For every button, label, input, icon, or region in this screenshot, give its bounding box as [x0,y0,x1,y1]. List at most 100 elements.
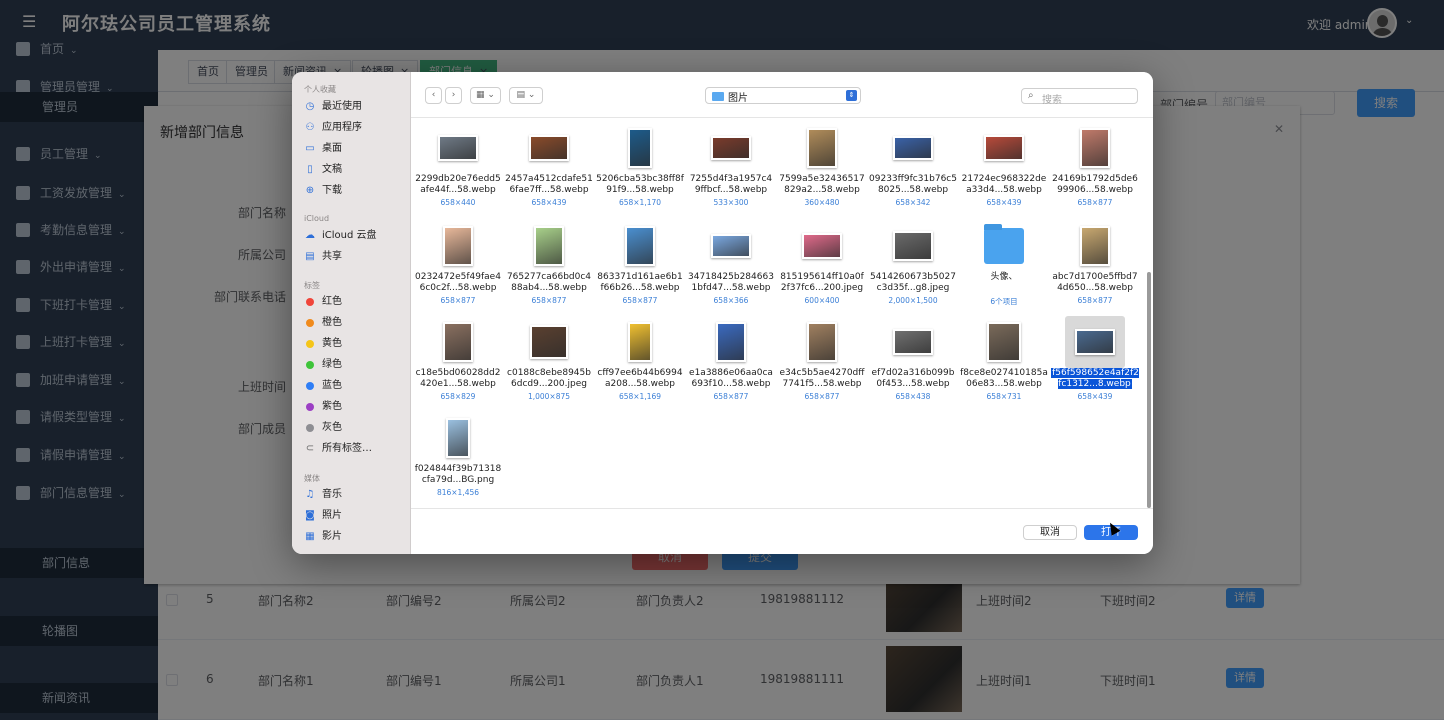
file-thumbnail-wrap [893,224,933,268]
sidebar-item[interactable]: ◷ 最近使用 [304,98,362,116]
sidebar-item-label: 所有标签… [322,443,372,454]
file-dimensions: 658×439 [531,198,567,207]
file-item[interactable]: 7599a5e32436517829a2...58.webp 360×480 [778,122,866,218]
file-thumbnail-wrap [620,224,660,268]
file-thumbnail-wrap [438,224,478,268]
file-name: 5414260673b5027c3d35f...g8.jpeg [869,272,957,294]
sidebar-section-title: 标签 [304,281,320,290]
search-field[interactable]: ⌕ 搜索 [1021,88,1138,106]
sidebar-item[interactable]: ▯ 文稿 [304,161,342,179]
sidebar-item[interactable]: ▤ 共享 [304,248,342,266]
sidebar-item[interactable]: 紫色 [304,398,342,416]
tag-dot [306,424,314,432]
file-name: 2299db20e76edd5afe44f...58.webp [414,174,502,196]
tag-icon: ⊂ [305,443,315,454]
file-item[interactable]: ef7d02a316b099b0f453...58.webp 658×438 [869,316,957,412]
file-item-selected[interactable]: f56f598652e4af2f2fc1312...8.webp 658×439 [1051,316,1139,412]
file-name-text: 7255d4f3a1957c49ffbcf...58.webp [689,174,773,195]
sidebar-item[interactable]: 黄色 [304,335,342,353]
file-thumbnail [711,136,751,160]
sidebar-item-label: 文稿 [322,164,342,175]
file-name: 7599a5e32436517829a2...58.webp [778,174,866,196]
apps-icon: ⚇ [305,122,315,133]
file-item[interactable]: cff97ee6b44b6994a208...58.webp 658×1,169 [596,316,684,412]
file-name: 0232472e5f49fae46c0c2f...58.webp [414,272,502,294]
sidebar-item[interactable]: 绿色 [304,356,342,374]
scrollbar[interactable] [1147,272,1151,508]
location-popup[interactable]: 图片 ⇕ [705,87,861,104]
file-dimensions: 2,000×1,500 [888,296,938,305]
file-thumbnail-wrap [1065,316,1125,368]
sidebar-item[interactable]: ▭ 桌面 [304,140,342,158]
file-item[interactable]: c18e5bd06028dd2420e1...58.webp 658×829 [414,316,502,412]
sidebar-item[interactable]: ◙ 照片 [304,507,342,525]
cloud-icon: ☁ [305,230,315,241]
view-grid-icon[interactable]: ▦ ⌄ [470,87,501,104]
file-thumbnail-wrap [893,126,933,170]
group-by-icon[interactable]: ▤ ⌄ [509,87,543,104]
file-dimensions: 658×731 [986,392,1022,401]
file-item[interactable]: abc7d1700e5ffbd74d650...58.webp 658×877 [1051,220,1139,316]
file-thumbnail [625,226,655,266]
sidebar-item[interactable]: 橙色 [304,314,342,332]
file-item[interactable]: 0232472e5f49fae46c0c2f...58.webp 658×877 [414,220,502,316]
file-item[interactable]: e1a3886e06aa0ca693f10...58.webp 658×877 [687,316,775,412]
file-name-text: c0188c8ebe8945b6dcd9...200.jpeg [507,368,591,389]
music-icon: ♫ [305,489,315,500]
file-item[interactable]: 815195614ff10a0f2f37fc6...200.jpeg 600×40… [778,220,866,316]
sidebar-item-label: 桌面 [322,143,342,154]
file-item[interactable]: 24169b1792d5de699906...58.webp 658×877 [1051,122,1139,218]
file-name-text: e1a3886e06aa0ca693f10...58.webp [689,368,773,389]
file-name: 34718425b2846631bfd47...58.webp [687,272,775,294]
sidebar-item[interactable]: 红色 [304,293,342,311]
sidebar-item[interactable]: ▦ 影片 [304,528,342,546]
file-thumbnail [628,128,652,168]
sidebar-item[interactable]: ☁ iCloud 云盘 [304,227,377,245]
file-thumbnail-wrap [711,320,751,364]
file-thumbnail-wrap [984,320,1024,364]
sidebar-item[interactable]: 灰色 [304,419,342,437]
forward-icon[interactable]: › [445,87,462,104]
file-thumbnail [716,322,746,362]
file-item[interactable]: c0188c8ebe8945b6dcd9...200.jpeg 1,000×875 [505,316,593,412]
file-name-text: 头像、 [990,272,1018,282]
sidebar-item[interactable]: ⊂ 所有标签… [304,440,372,458]
file-dimensions: 360×480 [804,198,840,207]
file-item[interactable]: f024844f39b71318cfa79d...BG.png 816×1,456 [414,412,502,508]
sidebar-item-label: 应用程序 [322,122,362,133]
file-dimensions: 658×1,169 [618,392,662,401]
file-thumbnail-wrap [984,126,1024,170]
file-dimensions: 658×877 [713,392,749,401]
file-dimensions: 658×877 [1077,296,1113,305]
file-thumbnail [529,135,569,161]
sidebar-item[interactable]: 蓝色 [304,377,342,395]
file-thumbnail-wrap [893,320,933,364]
file-item[interactable]: 5206cba53bc38ff8f91f9...58.webp 658×1,170 [596,122,684,218]
file-item[interactable]: 头像、 6个项目 [960,220,1048,316]
file-name: abc7d1700e5ffbd74d650...58.webp [1051,272,1139,294]
sidebar-item[interactable]: ♫ 音乐 [304,486,342,504]
file-item[interactable]: 2299db20e76edd5afe44f...58.webp 658×440 [414,122,502,218]
file-item[interactable]: 2457a4512cdafe516fae7ff...58.webp 658×439 [505,122,593,218]
file-item[interactable]: 21724ec968322dea33d4...58.webp 658×439 [960,122,1048,218]
file-name-text: f56f598652e4af2f2fc1312...8.webp [1051,368,1139,389]
file-thumbnail [1080,128,1110,168]
file-thumbnail-wrap [438,126,478,170]
sidebar-item[interactable]: ⊕ 下载 [304,182,342,200]
file-item[interactable]: f8ce8e027410185a06e83...58.webp 658×731 [960,316,1048,412]
file-thumbnail [443,322,473,362]
file-item[interactable]: 863371d161ae6b1f66b26...58.webp 658×877 [596,220,684,316]
file-name: ef7d02a316b099b0f453...58.webp [869,368,957,390]
file-item[interactable]: 7255d4f3a1957c49ffbcf...58.webp 533×300 [687,122,775,218]
file-item[interactable]: e34c5b5ae4270dff7741f5...58.webp 658×877 [778,316,866,412]
sidebar-item[interactable]: ⚇ 应用程序 [304,119,362,137]
file-item[interactable]: 765277ca66bd0c488ab4...58.webp 658×877 [505,220,593,316]
file-name: f8ce8e027410185a06e83...58.webp [960,368,1048,390]
file-item[interactable]: 5414260673b5027c3d35f...g8.jpeg 2,000×1,5… [869,220,957,316]
file-name-text: e34c5b5ae4270dff7741f5...58.webp [779,368,865,389]
back-icon[interactable]: ‹ [425,87,442,104]
file-item[interactable]: 09233ff9fc31b76c58025...58.webp 658×342 [869,122,957,218]
cancel-button[interactable]: 取消 [1023,525,1077,540]
file-item[interactable]: 34718425b2846631bfd47...58.webp 658×366 [687,220,775,316]
sidebar-item-label: 最近使用 [322,101,362,112]
